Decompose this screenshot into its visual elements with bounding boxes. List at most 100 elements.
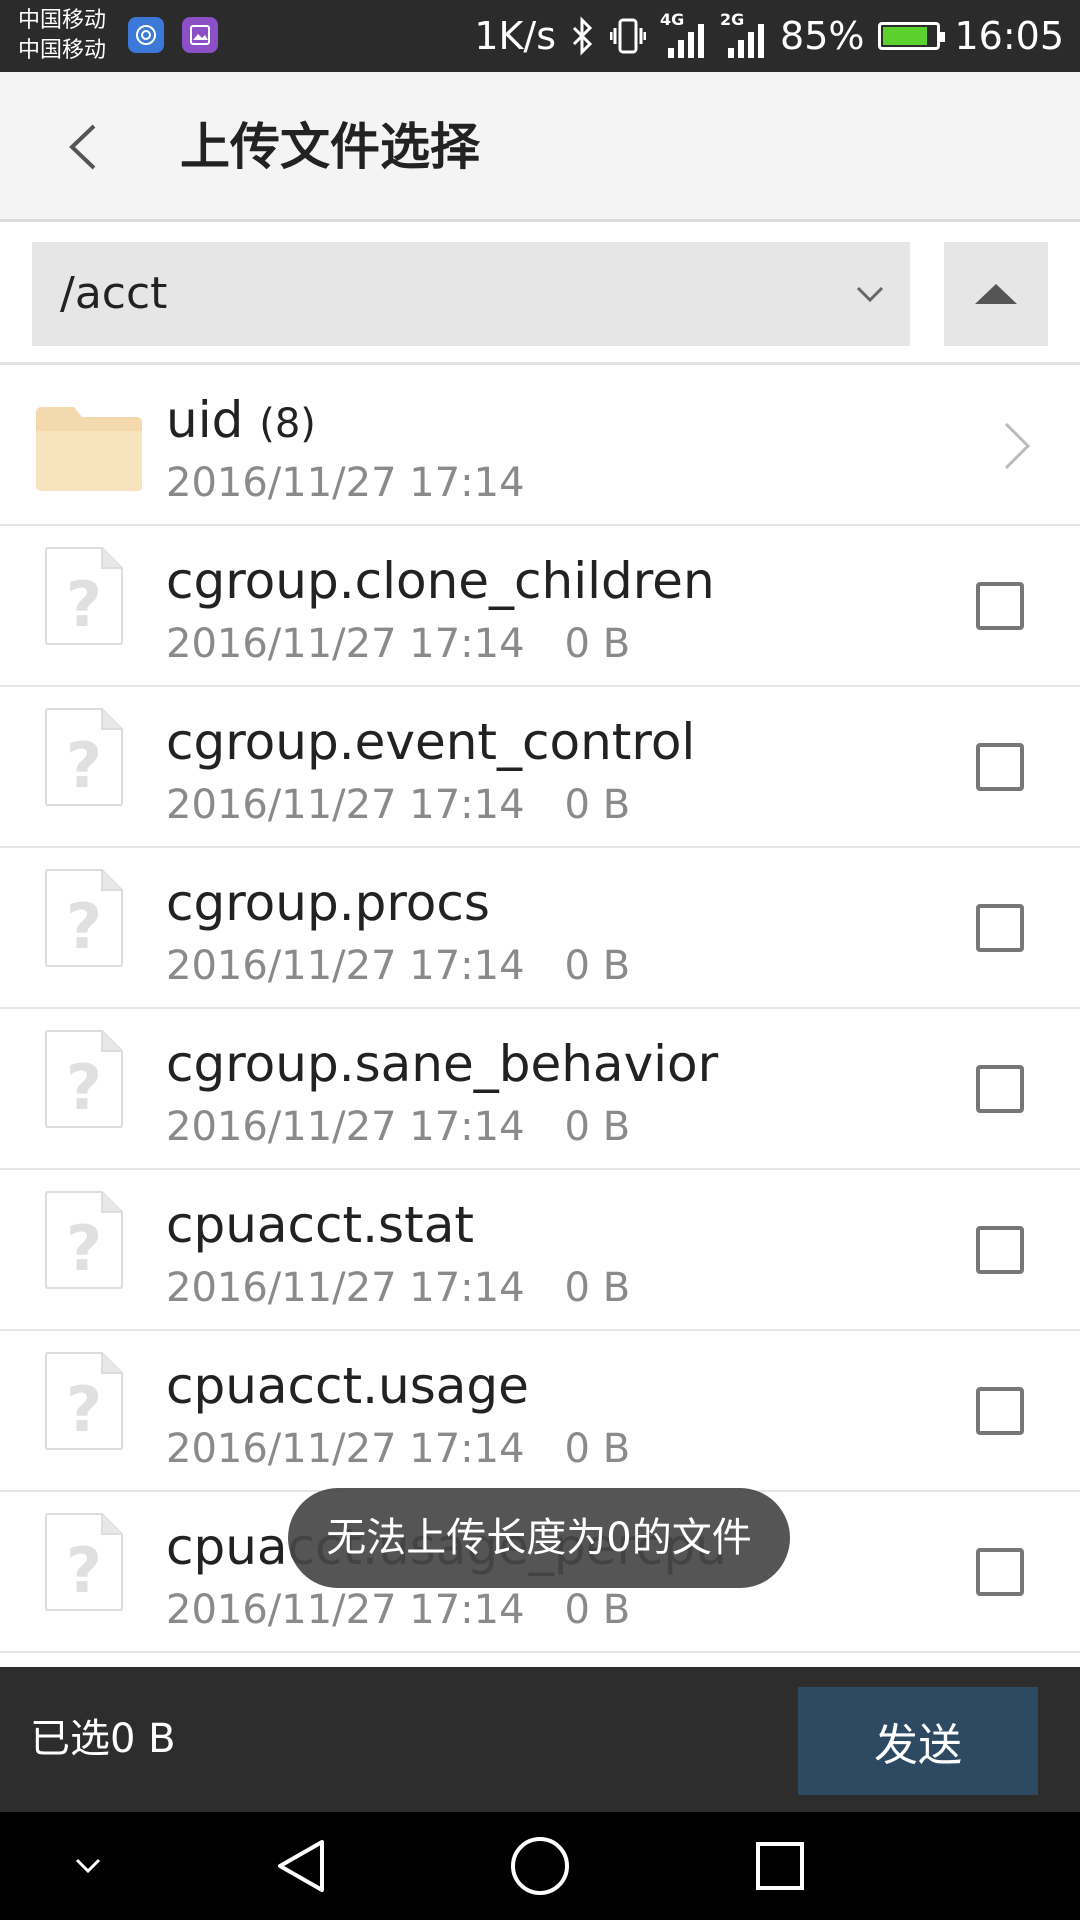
bottom-action-bar: 已选0 B 发送 — [0, 1667, 1080, 1812]
file-meta: 2016/11/27 17:14 0 B — [166, 779, 630, 831]
file-name: cgroup.procs — [166, 874, 490, 932]
network-speed: 1K/s — [474, 14, 557, 58]
system-nav-bar — [0, 1812, 1080, 1920]
chevron-right-icon — [1004, 422, 1031, 470]
unknown-file-icon: ? — [45, 1352, 123, 1450]
folder-name-line: uid (8) — [166, 387, 316, 457]
square-recents-icon — [756, 1842, 804, 1890]
file-checkbox[interactable] — [976, 743, 1024, 791]
clock: 16:05 — [954, 14, 1064, 58]
file-name: cpuacct.stat — [166, 1196, 474, 1254]
battery-percent: 85% — [780, 14, 865, 58]
file-meta: 2016/11/27 17:14 0 B — [166, 1101, 630, 1153]
file-size: 0 B — [564, 943, 631, 989]
selected-size-label: 已选0 B — [30, 1716, 176, 1762]
unknown-file-icon: ? — [45, 1191, 123, 1289]
nav-back-button[interactable] — [260, 1812, 340, 1920]
app-header: 上传文件选择 — [0, 72, 1080, 222]
file-row[interactable]: ? cpuacct.stat 2016/11/27 17:14 0 B — [0, 1170, 1080, 1331]
file-checkbox[interactable] — [976, 904, 1024, 952]
file-size: 0 B — [564, 621, 631, 667]
unknown-file-icon: ? — [45, 1513, 123, 1611]
back-button[interactable] — [50, 112, 120, 182]
file-row[interactable]: ? cgroup.procs 2016/11/27 17:14 0 B — [0, 848, 1080, 1009]
nav-recents-button[interactable] — [740, 1812, 820, 1920]
file-date: 2016/11/27 17:14 — [166, 943, 525, 989]
signal-4g-icon: 4G — [660, 10, 706, 58]
carrier-2: 中国移动 — [18, 38, 107, 63]
file-row[interactable]: ? cgroup.clone_children 2016/11/27 17:14 0 … — [0, 526, 1080, 687]
file-size: 0 B — [564, 1104, 631, 1150]
file-name: cgroup.event_control — [166, 713, 696, 771]
triangle-back-icon — [278, 1840, 324, 1892]
file-date: 2016/11/27 17:14 — [166, 1265, 525, 1311]
folder-item-count: (8) — [259, 401, 316, 447]
file-date: 2016/11/27 17:14 — [166, 1426, 525, 1472]
svg-text:?: ? — [66, 1051, 102, 1124]
unknown-file-icon: ? — [45, 1030, 123, 1128]
status-indicators: 1K/s 4G 2G 85% 16:05 — [474, 0, 1064, 72]
carrier-labels: 中国移动 中国移动 — [18, 6, 106, 66]
file-row[interactable]: ? cpuacct.usage 2016/11/27 17:14 0 B — [0, 1331, 1080, 1492]
file-meta: 2016/11/27 17:14 0 B — [166, 1423, 630, 1475]
svg-text:?: ? — [66, 890, 102, 963]
svg-text:?: ? — [66, 1212, 102, 1285]
page-title: 上传文件选择 — [180, 118, 480, 176]
svg-text:?: ? — [66, 1534, 102, 1607]
parent-directory-button[interactable] — [944, 242, 1048, 346]
notification-app-icon — [128, 17, 164, 53]
file-size: 0 B — [564, 782, 631, 828]
file-row[interactable]: ? cgroup.event_control 2016/11/27 17:14 0 B — [0, 687, 1080, 848]
chevron-down-icon — [75, 1858, 101, 1874]
file-date: 2016/11/27 17:14 — [166, 1104, 525, 1150]
svg-text:?: ? — [66, 729, 102, 802]
unknown-file-icon: ? — [45, 547, 123, 645]
bluetooth-icon — [572, 16, 593, 56]
svg-text:?: ? — [66, 1373, 102, 1446]
signal-2g-icon: 2G — [720, 10, 766, 58]
file-size: 0 B — [564, 1265, 631, 1311]
path-bar: /acct — [0, 222, 1080, 365]
unknown-file-icon: ? — [45, 869, 123, 967]
folder-row[interactable]: uid (8) 2016/11/27 17:14 — [0, 365, 1080, 526]
file-row[interactable]: ? cgroup.sane_behavior 2016/11/27 17:14 0 B — [0, 1009, 1080, 1170]
send-button[interactable]: 发送 — [798, 1687, 1038, 1795]
gallery-notification-icon — [182, 17, 218, 53]
triangle-up-icon — [975, 284, 1017, 304]
folder-icon — [36, 407, 142, 491]
nav-hide-button[interactable] — [58, 1812, 118, 1920]
nav-home-button[interactable] — [500, 1812, 580, 1920]
carrier-1: 中国移动 — [18, 8, 107, 33]
file-meta: 2016/11/27 17:14 0 B — [166, 940, 630, 992]
circle-home-icon — [511, 1837, 569, 1895]
path-dropdown[interactable]: /acct — [32, 242, 910, 346]
file-checkbox[interactable] — [976, 1548, 1024, 1596]
current-path: /acct — [60, 268, 168, 319]
battery-level — [883, 27, 928, 45]
file-meta: 2016/11/27 17:14 0 B — [166, 1262, 630, 1314]
toast-message: 无法上传长度为0的文件 — [288, 1488, 790, 1588]
back-arrow-icon — [69, 124, 96, 170]
file-name: cpuacct.usage — [166, 1357, 529, 1415]
file-meta: 2016/11/27 17:14 0 B — [166, 1584, 630, 1636]
unknown-file-icon: ? — [45, 708, 123, 806]
file-checkbox[interactable] — [976, 1065, 1024, 1113]
file-size: 0 B — [564, 1426, 631, 1472]
folder-date: 2016/11/27 17:14 — [166, 460, 525, 506]
svg-text:?: ? — [66, 568, 102, 641]
file-checkbox[interactable] — [976, 1387, 1024, 1435]
vibrate-icon — [610, 18, 647, 54]
folder-name: uid — [166, 391, 244, 449]
file-checkbox[interactable] — [976, 582, 1024, 630]
file-list: uid (8) 2016/11/27 17:14 ? cgroup.clone_c… — [0, 365, 1080, 1653]
battery-icon — [878, 22, 946, 50]
file-date: 2016/11/27 17:14 — [166, 621, 525, 667]
file-name: cgroup.sane_behavior — [166, 1035, 719, 1093]
file-name: cgroup.clone_children — [166, 552, 715, 610]
file-checkbox[interactable] — [976, 1226, 1024, 1274]
file-date: 2016/11/27 17:14 — [166, 1587, 525, 1633]
file-size: 0 B — [564, 1587, 631, 1633]
status-bar: 中国移动 中国移动 1K/s 4G 2G 85% 16:05 — [0, 0, 1080, 72]
file-meta: 2016/11/27 17:14 0 B — [166, 618, 630, 670]
chevron-down-icon — [856, 286, 884, 303]
